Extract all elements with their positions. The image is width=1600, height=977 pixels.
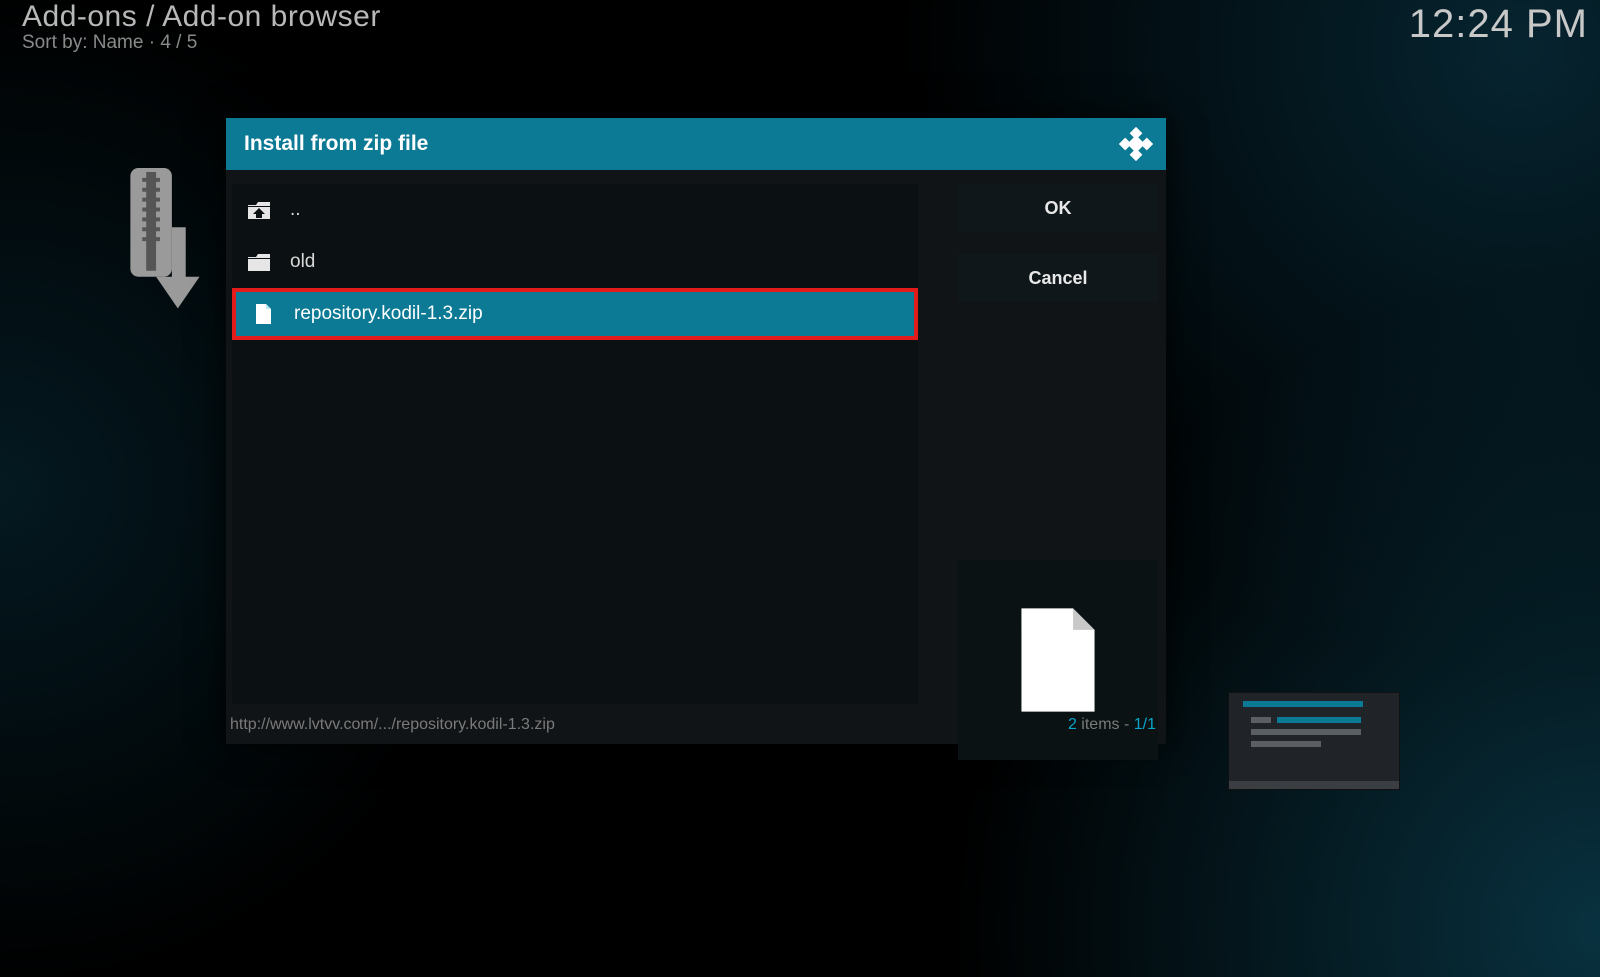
footer-counts: 2 items - 1/1 [1068, 716, 1156, 734]
clock: 12:24 PM [1409, 2, 1588, 47]
file-icon [1015, 605, 1101, 715]
cancel-button[interactable]: Cancel [958, 254, 1158, 302]
dialog-side-panel: OK Cancel [958, 184, 1158, 302]
zip-download-icon [112, 168, 212, 336]
file-row-parent[interactable]: .. [232, 184, 918, 236]
kodi-logo-icon [1118, 126, 1154, 162]
file-row-label: old [290, 251, 315, 273]
dialog-title: Install from zip file [244, 132, 428, 156]
dialog-footer: http://www.lvtvv.com/.../repository.kodi… [230, 714, 1156, 736]
ok-button[interactable]: OK [958, 184, 1158, 232]
dialog-titlebar: Install from zip file [226, 118, 1166, 170]
header: Add-ons / Add-on browser Sort by: Name ·… [22, 0, 381, 54]
breadcrumb: Add-ons / Add-on browser [22, 0, 381, 34]
file-list[interactable]: .. old repository.kodil-1.3.zip [232, 184, 918, 704]
overlay-thumbnail [1228, 692, 1400, 790]
file-row-label: repository.kodil-1.3.zip [294, 303, 483, 325]
sort-line: Sort by: Name · 4 / 5 [22, 32, 381, 54]
file-icon [250, 301, 276, 327]
folder-icon [246, 249, 272, 275]
footer-path: http://www.lvtvv.com/.../repository.kodi… [230, 716, 555, 734]
file-row-file[interactable]: repository.kodil-1.3.zip [232, 288, 918, 340]
install-from-zip-dialog: Install from zip file .. old repository.ko… [226, 118, 1166, 744]
file-row-folder[interactable]: old [232, 236, 918, 288]
folder-up-icon [246, 197, 272, 223]
file-row-label: .. [290, 199, 301, 221]
